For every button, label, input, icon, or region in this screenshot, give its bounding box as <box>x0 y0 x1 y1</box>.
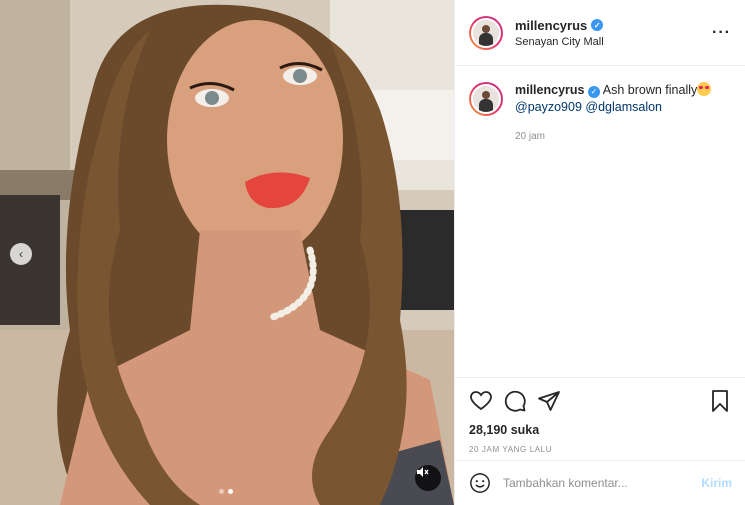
post-timestamp: 20 JAM YANG LALU <box>469 445 553 454</box>
caption-username[interactable]: millencyrus <box>515 83 584 97</box>
mute-toggle-button[interactable] <box>415 465 441 491</box>
post-sidebar: millencyrus ✓ Senayan City Mall ··· mill… <box>454 0 745 505</box>
location-link[interactable]: Senayan City Mall <box>515 36 604 48</box>
comment-bar: Kirim <box>455 460 745 505</box>
post-header: millencyrus ✓ Senayan City Mall ··· <box>455 0 745 66</box>
verified-badge-icon: ✓ <box>591 19 604 31</box>
verified-badge-icon: ✓ <box>587 85 600 98</box>
chevron-left-icon: ‹ <box>19 247 23 261</box>
avatar[interactable] <box>469 15 503 50</box>
comment-bubble-icon[interactable] <box>503 389 527 413</box>
post-media[interactable]: ‹ <box>0 0 454 505</box>
carousel-dot <box>219 489 224 494</box>
paper-plane-icon[interactable] <box>537 389 561 413</box>
post-caption: millencyrus ✓ Ash brown finally @payzo90… <box>455 66 745 145</box>
previous-slide-button[interactable]: ‹ <box>10 243 32 265</box>
smiley-icon[interactable] <box>469 472 491 494</box>
more-options-icon[interactable]: ··· <box>712 24 731 42</box>
post-photo <box>0 0 454 505</box>
post-actions: 28,190 suka 20 JAM YANG LALU <box>455 377 745 454</box>
comment-input[interactable] <box>503 476 702 490</box>
carousel-dot-active <box>228 489 233 494</box>
carousel-indicator <box>219 489 233 494</box>
like-count[interactable]: 28,190 suka <box>469 423 732 437</box>
send-comment-button[interactable]: Kirim <box>701 476 732 490</box>
caption-timestamp: 20 jam <box>515 131 546 142</box>
heart-icon[interactable] <box>469 389 493 413</box>
mention-link[interactable]: @payzo909 <box>515 100 582 114</box>
username-text: millencyrus <box>515 17 588 33</box>
bookmark-icon[interactable] <box>708 389 732 413</box>
mention-link[interactable]: @dglamsalon <box>585 100 662 114</box>
username-link[interactable]: millencyrus ✓ <box>515 18 604 33</box>
caption-avatar[interactable] <box>469 82 503 116</box>
star-struck-emoji-icon <box>697 82 712 96</box>
caption-text: Ash brown finally <box>602 83 698 97</box>
speaker-muted-icon <box>417 467 429 477</box>
